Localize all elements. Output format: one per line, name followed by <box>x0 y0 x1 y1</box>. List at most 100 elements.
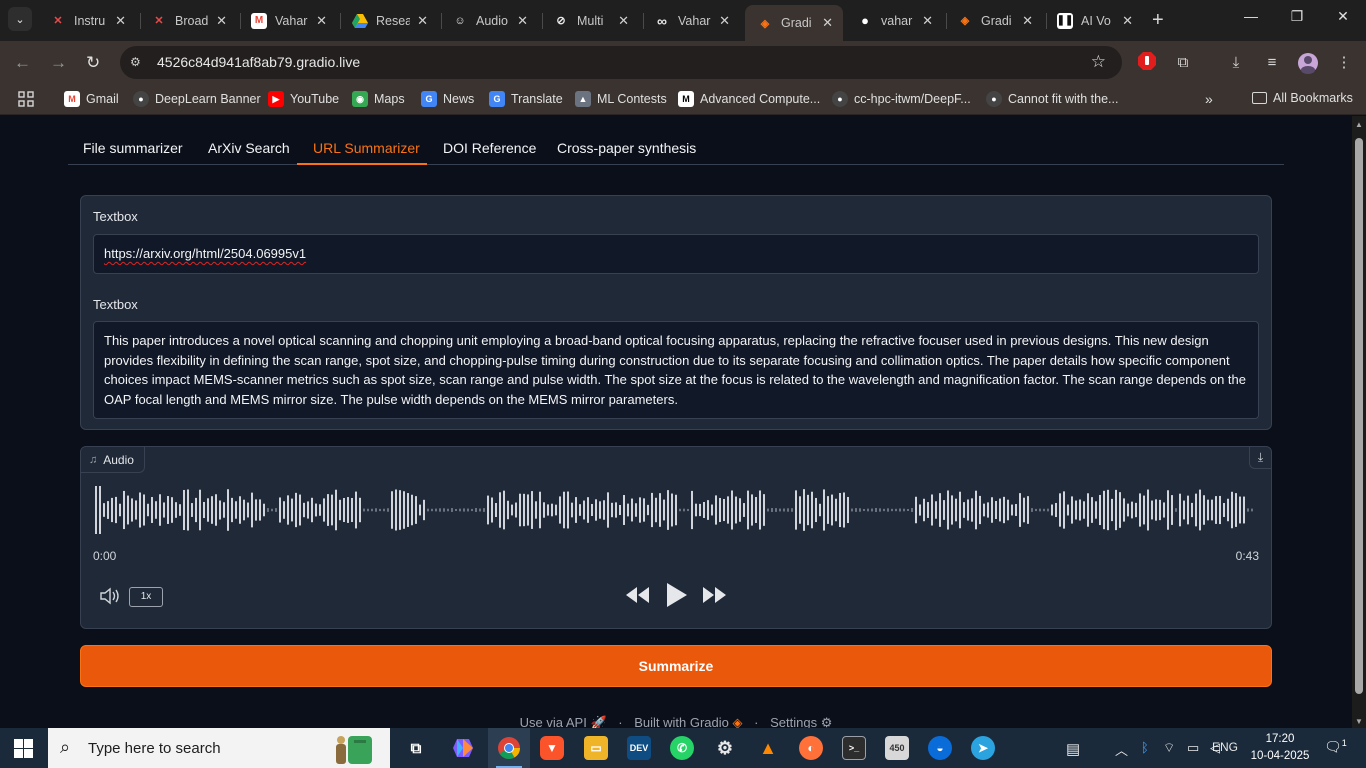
app-450-icon[interactable]: 450 <box>885 736 909 760</box>
profile-avatar[interactable] <box>1297 52 1319 74</box>
news-widget-icon[interactable]: ▤ <box>1066 740 1080 758</box>
bookmark-youtube[interactable]: ▶ YouTube <box>268 91 339 107</box>
reload-icon[interactable]: ↻ <box>86 53 100 73</box>
browser-tab[interactable]: ❚❚ AI Vo ✕ <box>1045 6 1143 35</box>
show-hidden-icons-icon[interactable]: ︿ <box>1115 740 1128 759</box>
downloads-icon[interactable]: ⤓ <box>1225 52 1247 74</box>
firefox-icon[interactable]: ◐ <box>799 736 823 760</box>
bookmark-advanced-compute[interactable]: M Advanced Compute... <box>678 91 820 107</box>
tab-file-summarizer[interactable]: File summarizer <box>83 140 183 156</box>
new-tab-icon[interactable]: + <box>1152 10 1164 30</box>
browser-tab[interactable]: ⊘ Multi ✕ <box>541 6 639 35</box>
scroll-up-icon[interactable]: ▲ <box>1355 120 1363 129</box>
close-tab-icon[interactable]: ✕ <box>1122 13 1133 29</box>
close-tab-icon[interactable]: ✕ <box>618 13 629 29</box>
bookmark-news[interactable]: G News <box>421 91 474 107</box>
browser-tab[interactable]: Resea ✕ <box>340 6 438 35</box>
browser-tab[interactable]: ∞ Vahar ✕ <box>642 6 740 35</box>
settings-link[interactable]: Settings <box>770 715 817 728</box>
bluetooth-icon[interactable]: ᛒ <box>1141 740 1149 755</box>
waveform-bar <box>543 502 545 518</box>
bookmark-maps[interactable]: ◉ Maps <box>352 91 405 107</box>
bookmark-deeplearn[interactable]: ● DeepLearn Banner <box>133 91 261 107</box>
play-icon[interactable] <box>663 580 689 615</box>
chrome-taskbar-active[interactable] <box>488 728 530 768</box>
language-indicator[interactable]: ENG <box>1212 740 1238 754</box>
close-tab-icon[interactable]: ✕ <box>216 13 227 29</box>
vlc-icon[interactable]: ▲ <box>756 736 780 760</box>
bookmark-star-icon[interactable]: ☆ <box>1091 52 1106 72</box>
built-with-gradio-link[interactable]: Built with Gradio <box>634 715 729 728</box>
tab-arxiv-search[interactable]: ArXiv Search <box>208 140 290 156</box>
bookmark-ml-contests[interactable]: ▲ ML Contests <box>575 91 667 107</box>
address-bar[interactable]: ⚙ 4526c84d941af8ab79.gradio.live ☆ <box>120 46 1122 79</box>
whatsapp-icon[interactable]: ✆ <box>670 736 694 760</box>
dev-icon[interactable]: DEV <box>627 736 651 760</box>
close-tab-icon[interactable]: ✕ <box>316 13 327 29</box>
apps-grid-icon[interactable] <box>18 91 34 107</box>
forward-icon[interactable]: → <box>50 53 67 73</box>
close-tab-icon[interactable]: ✕ <box>517 13 528 29</box>
close-tab-icon[interactable]: ✕ <box>115 13 126 29</box>
bookmark-gmail[interactable]: M Gmail <box>64 91 119 107</box>
taskbar-search[interactable]: ⌕ Type here to search <box>48 728 390 768</box>
telegram-icon[interactable]: ➤ <box>971 736 995 760</box>
all-bookmarks[interactable]: All Bookmarks <box>1252 91 1353 105</box>
volume-icon[interactable] <box>99 587 121 610</box>
url-input[interactable]: https://arxiv.org/html/2504.06995v1 <box>93 234 1259 274</box>
bookmark-cannot-fit[interactable]: ● Cannot fit with the... <box>986 91 1118 107</box>
browser-tab[interactable]: ● vahar ✕ <box>845 6 943 35</box>
bookmark-translate[interactable]: G Translate <box>489 91 563 107</box>
brave-icon[interactable]: ▼ <box>540 736 564 760</box>
bookmark-cc-hpc[interactable]: ● cc-hpc-itwm/DeepF... <box>832 91 971 107</box>
summarize-button[interactable]: Summarize <box>80 645 1272 687</box>
fast-forward-icon[interactable] <box>701 580 727 615</box>
vpn-icon[interactable]: ◒ <box>928 736 952 760</box>
browser-tab-active[interactable]: ◈ Gradi ✕ <box>745 5 843 41</box>
scrollbar-thumb[interactable] <box>1355 138 1363 694</box>
rewind-icon[interactable] <box>625 580 651 615</box>
extensions-puzzle-icon[interactable]: ⧉ <box>1172 52 1194 74</box>
terminal-icon[interactable]: >_ <box>842 736 866 760</box>
download-icon[interactable]: ⤓ <box>1249 447 1271 469</box>
task-view-icon[interactable]: ⧉ <box>404 736 428 760</box>
file-explorer-icon[interactable]: ▭ <box>584 736 608 760</box>
wifi-icon[interactable]: ⌔ <box>1163 740 1175 756</box>
scroll-down-icon[interactable]: ▼ <box>1355 717 1363 726</box>
extension-stop-icon[interactable] <box>1136 52 1158 74</box>
close-tab-icon[interactable]: ✕ <box>1022 13 1033 29</box>
minimize-icon[interactable]: — <box>1228 8 1274 24</box>
media-control-icon[interactable]: ≡ <box>1261 52 1283 74</box>
tab-search-menu-icon[interactable]: ⌄ <box>8 7 32 31</box>
tab-doi-reference[interactable]: DOI Reference <box>443 140 536 156</box>
tab-cross-paper-synthesis[interactable]: Cross-paper synthesis <box>557 140 696 156</box>
browser-tab[interactable]: ◈ Gradi ✕ <box>945 6 1043 35</box>
browser-tab[interactable]: ✕ Broad ✕ <box>139 6 237 35</box>
close-tab-icon[interactable]: ✕ <box>822 15 833 31</box>
battery-icon[interactable]: ▭ <box>1187 740 1199 756</box>
site-info-icon[interactable]: ⚙ <box>130 55 146 71</box>
close-window-icon[interactable]: ✕ <box>1320 8 1366 25</box>
browser-tab[interactable]: M Vahar ✕ <box>239 6 337 35</box>
settings-taskbar-icon[interactable]: ⚙ <box>713 736 737 760</box>
browser-tab[interactable]: ✕ Instru ✕ <box>38 6 136 35</box>
page-scrollbar[interactable]: ▲ ▼ <box>1352 116 1366 728</box>
copilot-taskbar-icon[interactable] <box>451 736 475 760</box>
use-via-api-link[interactable]: Use via API <box>520 715 587 728</box>
clock[interactable]: 17:20 10-04-2025 <box>1240 731 1320 765</box>
notifications-icon[interactable]: 🗨1 <box>1324 738 1347 756</box>
summary-output[interactable]: This paper introduces a novel optical sc… <box>93 321 1259 419</box>
close-tab-icon[interactable]: ✕ <box>922 13 933 29</box>
back-icon[interactable]: ← <box>14 53 31 73</box>
bookmarks-overflow-icon[interactable]: » <box>1205 91 1213 107</box>
close-tab-icon[interactable]: ✕ <box>417 13 428 29</box>
windows-start-icon[interactable] <box>14 739 33 763</box>
playback-rate-button[interactable]: 1x <box>129 587 163 607</box>
browser-menu-icon[interactable]: ⋮ <box>1333 52 1355 74</box>
restore-icon[interactable]: ❐ <box>1274 8 1320 25</box>
close-tab-icon[interactable]: ✕ <box>719 13 730 29</box>
audio-waveform[interactable] <box>93 485 1259 535</box>
tab-url-summarizer[interactable]: URL Summarizer <box>313 140 420 156</box>
url-text[interactable]: 4526c84d941af8ab79.gradio.live <box>157 54 360 70</box>
browser-tab[interactable]: ☺ Audio ✕ <box>440 6 538 35</box>
